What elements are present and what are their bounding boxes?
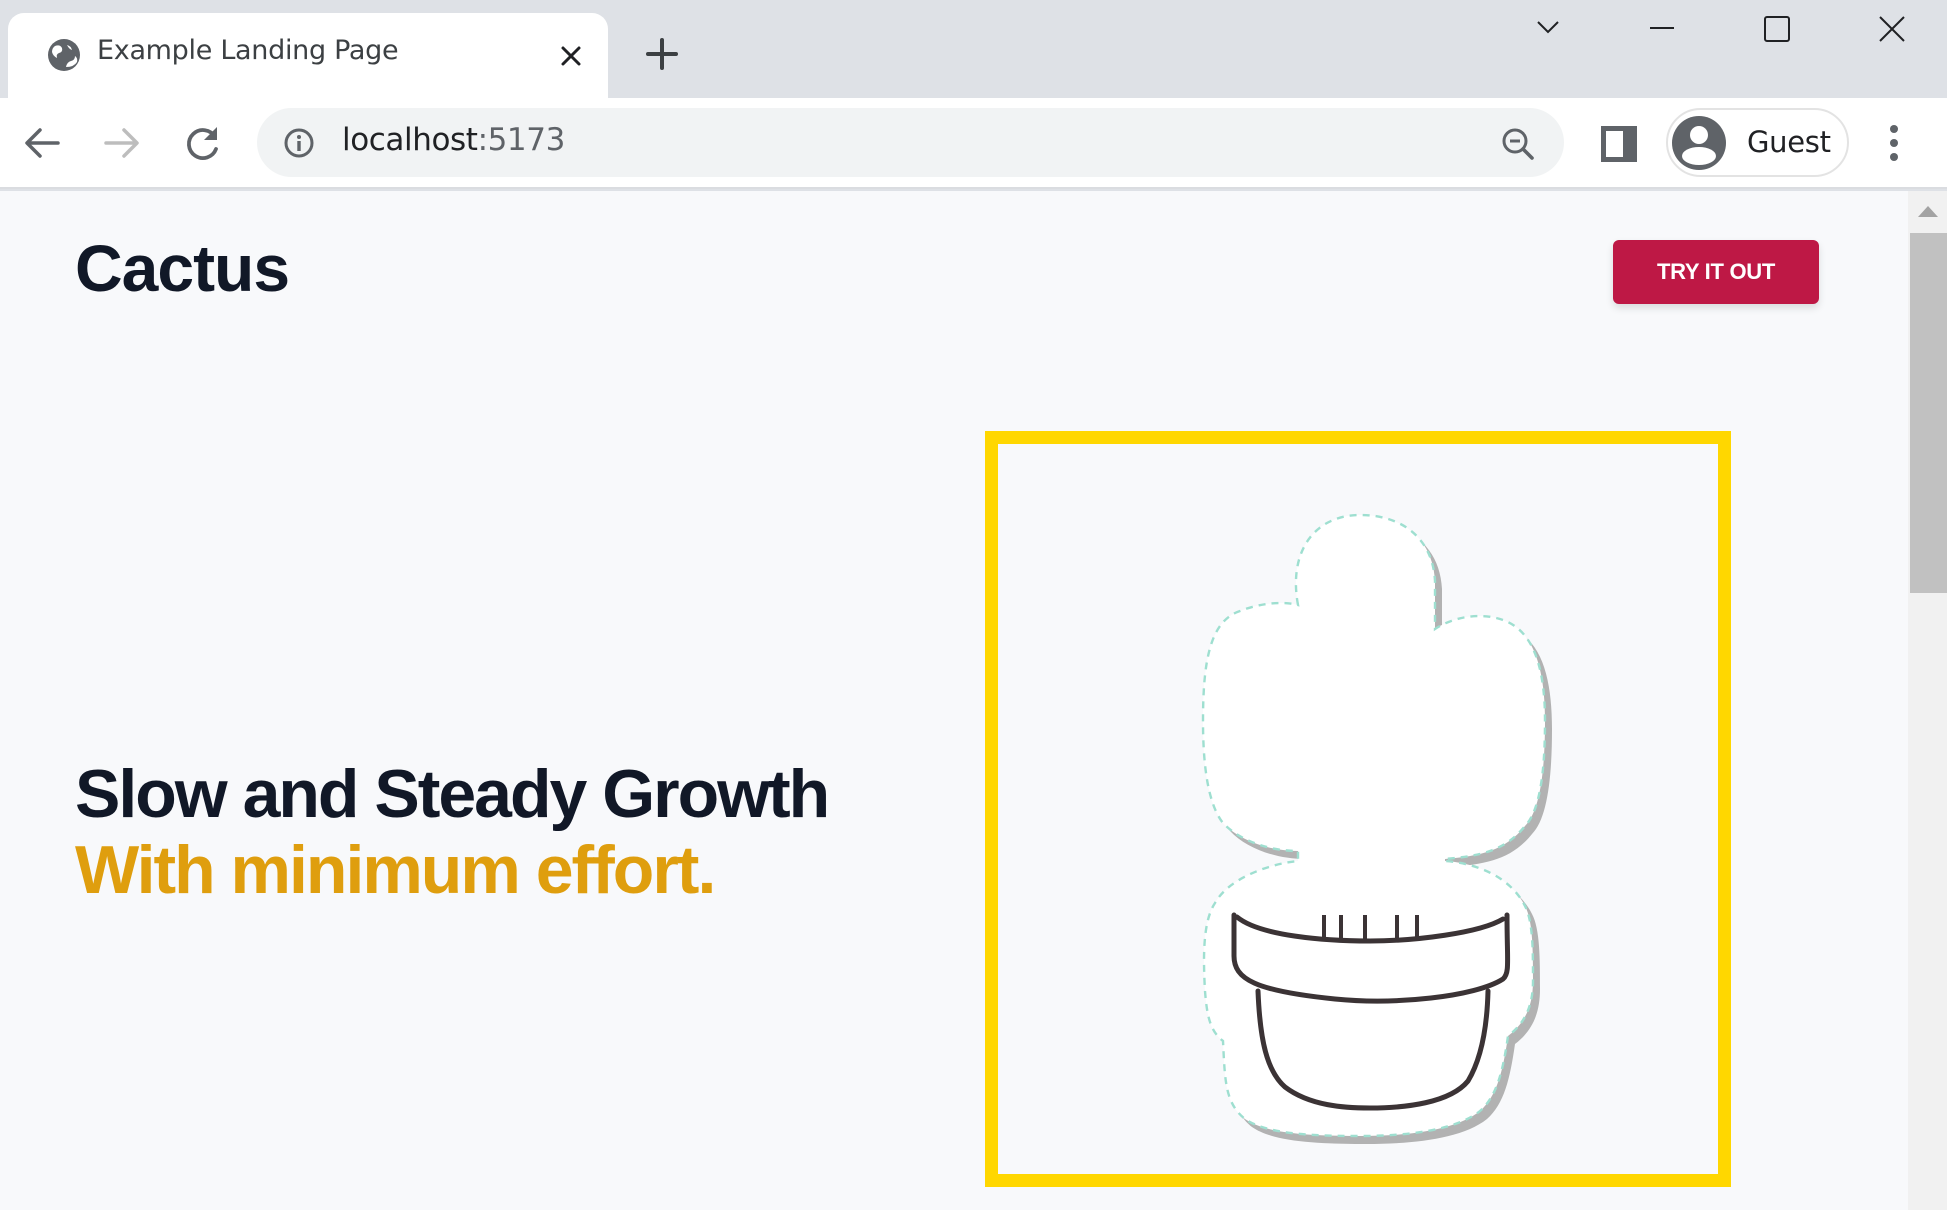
maximize-icon [1764, 16, 1790, 42]
profile-button[interactable]: Guest [1666, 108, 1849, 177]
profile-label: Guest [1747, 125, 1831, 159]
avatar-icon [1672, 116, 1726, 170]
tab-title: Example Landing Page [97, 35, 399, 66]
new-tab-plus-icon[interactable] [642, 34, 682, 74]
headline-line-1: Slow and Steady Growth [75, 756, 830, 832]
url-port: :5173 [477, 122, 566, 158]
cactus-illustration [1201, 513, 1552, 1144]
close-icon [1879, 16, 1905, 42]
close-window-button[interactable] [1862, 8, 1922, 52]
minimize-icon [1650, 27, 1674, 29]
vertical-scrollbar[interactable] [1908, 191, 1947, 1210]
browser-toolbar: localhost:5173 Guest [0, 98, 1947, 189]
tab-search-button[interactable] [1518, 8, 1578, 52]
hero-headline: Slow and Steady Growth With minimum effo… [75, 756, 830, 908]
url-text[interactable]: localhost:5173 [342, 122, 565, 158]
site-info-icon[interactable] [283, 127, 315, 159]
tab-strip: Example Landing Page [0, 0, 1947, 98]
globe-icon [48, 39, 80, 71]
maximize-button[interactable] [1747, 8, 1807, 52]
tab-active[interactable]: Example Landing Page [8, 13, 608, 98]
back-arrow-icon[interactable] [18, 119, 66, 167]
chevron-down-icon [1537, 21, 1559, 34]
zoom-out-icon[interactable] [1500, 126, 1536, 162]
side-panel-icon[interactable] [1597, 122, 1641, 166]
address-bar[interactable]: localhost:5173 [257, 108, 1564, 177]
scroll-up-arrow-icon[interactable] [1908, 191, 1947, 231]
url-host: localhost [342, 122, 478, 158]
scrollbar-thumb[interactable] [1910, 233, 1947, 593]
minimize-button[interactable] [1632, 8, 1692, 52]
headline-line-2: With minimum effort. [75, 832, 716, 908]
try-it-out-button[interactable]: TRY IT OUT [1613, 240, 1819, 304]
kebab-menu-icon[interactable] [1876, 118, 1912, 168]
forward-arrow-icon[interactable] [98, 119, 146, 167]
sticker-body [1203, 515, 1545, 1136]
reload-icon[interactable] [179, 119, 227, 167]
tab-close-icon[interactable] [556, 41, 586, 71]
page-viewport: Cactus TRY IT OUT Slow and Steady Growth… [0, 191, 1908, 1210]
site-logo[interactable]: Cactus [75, 235, 290, 301]
